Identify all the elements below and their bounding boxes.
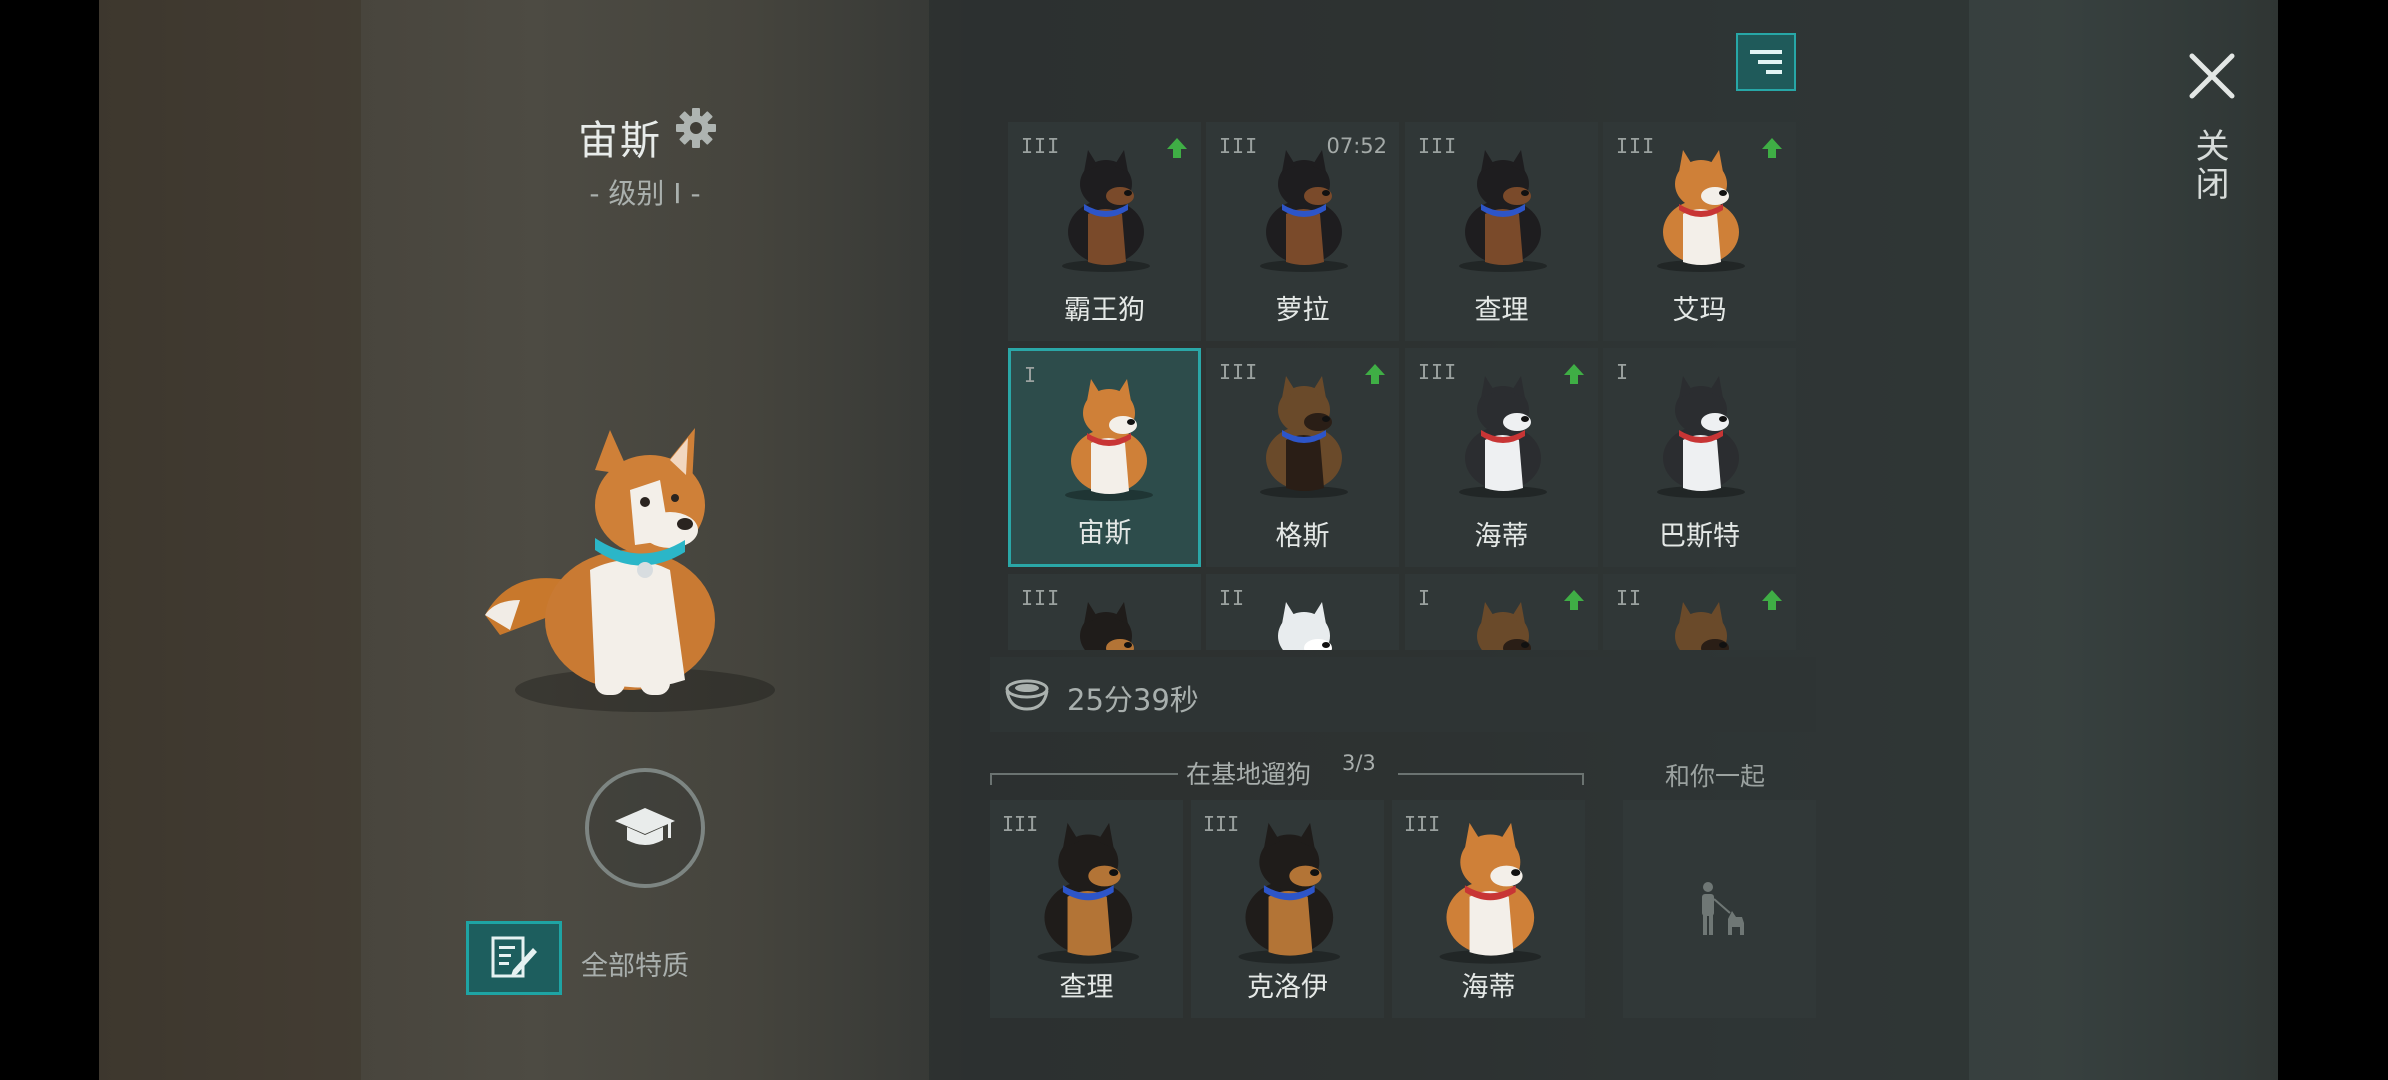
dog-card[interactable]: III 艾玛 <box>1603 122 1796 341</box>
dog-image <box>1639 144 1759 274</box>
base-title: 在基地遛狗 <box>1186 760 1312 789</box>
gear-icon[interactable] <box>674 106 718 150</box>
dog-image <box>1441 370 1561 500</box>
rank-badge: I <box>1418 586 1432 610</box>
dog-card[interactable]: III 查理 <box>1405 122 1598 341</box>
dog-image <box>1418 816 1558 966</box>
traits-label: 全部特质 <box>581 951 689 982</box>
rank-badge: I <box>1616 360 1630 384</box>
filter-icon <box>1750 50 1782 74</box>
dog-card-name: 巴斯特 <box>1659 521 1740 552</box>
food-timer-bar: 25分39秒 <box>990 657 1816 732</box>
dog-card[interactable]: I 巴斯特 <box>1603 348 1796 567</box>
base-section-header: 在基地遛狗 3/3 <box>990 751 1584 789</box>
dog-image <box>1441 144 1561 274</box>
dog-card-name: 海蒂 <box>1474 521 1529 552</box>
base-dog-name: 查理 <box>1059 972 1114 1003</box>
dog-image <box>1044 144 1164 274</box>
upgrade-arrow-icon <box>1760 136 1784 160</box>
upgrade-arrow-icon <box>1165 136 1189 160</box>
dog-grid[interactable]: III 霸王狗 III 07:52 萝拉 III 查理 III 艾玛 I 宙斯 … <box>1008 122 1800 650</box>
dog-image <box>1016 816 1156 966</box>
graduation-cap-icon <box>615 808 675 845</box>
base-dog-card[interactable]: III 海蒂 <box>1392 800 1585 1018</box>
dog-card[interactable]: III 07:52 萝拉 <box>1206 122 1399 341</box>
dog-card[interactable]: III 格斯 <box>1206 348 1399 567</box>
with-you-label: 和你一起 <box>1665 762 1766 791</box>
base-dog-name: 海蒂 <box>1461 972 1516 1003</box>
base-dog-card[interactable]: III 克洛伊 <box>1191 800 1384 1018</box>
dog-name: 宙斯 <box>578 118 662 164</box>
dog-image <box>1242 370 1362 500</box>
dog-card-name: 霸王狗 <box>1064 295 1145 326</box>
dog-image <box>1047 373 1167 503</box>
dog-card-name: 格斯 <box>1275 521 1330 552</box>
dog-image <box>1441 596 1561 650</box>
dog-card[interactable]: III 霸王狗 <box>1008 122 1201 341</box>
food-timer: 25分39秒 <box>1067 683 1199 717</box>
dog-portrait <box>485 428 775 712</box>
document-edit-icon <box>491 936 537 978</box>
training-button[interactable] <box>585 768 705 888</box>
dog-card[interactable]: II <box>1603 574 1796 650</box>
dog-level: - 级别 I - <box>589 177 701 210</box>
dog-card[interactable]: III 海蒂 <box>1405 348 1598 567</box>
traits-button[interactable] <box>466 921 562 995</box>
dog-image <box>1242 596 1362 650</box>
base-dog-card[interactable]: III 查理 <box>990 800 1183 1018</box>
dog-image <box>1242 144 1362 274</box>
dog-card-name: 艾玛 <box>1672 295 1727 326</box>
close-button[interactable]: 关闭 <box>2189 128 2234 204</box>
filter-button[interactable] <box>1736 33 1796 91</box>
companion-slot[interactable] <box>1623 800 1816 1018</box>
dog-card[interactable]: II <box>1206 574 1399 650</box>
dog-image <box>1639 370 1759 500</box>
dog-image <box>1044 596 1164 650</box>
dog-card[interactable]: III <box>1008 574 1201 650</box>
food-bowl-icon <box>1005 679 1049 711</box>
upgrade-arrow-icon <box>1562 588 1586 612</box>
rank-badge: I <box>1024 363 1038 387</box>
upgrade-arrow-icon <box>1562 362 1586 386</box>
person-with-dog-icon <box>1701 882 1744 935</box>
dog-card[interactable]: I 宙斯 <box>1008 348 1201 567</box>
dog-card[interactable]: I <box>1405 574 1598 650</box>
dog-image <box>1639 596 1759 650</box>
dog-card-name: 萝拉 <box>1275 295 1330 326</box>
dog-image <box>1217 816 1357 966</box>
dog-card-name: 宙斯 <box>1077 518 1132 549</box>
upgrade-arrow-icon <box>1363 362 1387 386</box>
base-count: 3/3 <box>1342 751 1376 775</box>
upgrade-arrow-icon <box>1760 588 1784 612</box>
base-dog-name: 克洛伊 <box>1247 972 1328 1003</box>
close-icon[interactable] <box>2188 52 2236 100</box>
dog-card-name: 查理 <box>1474 295 1529 326</box>
